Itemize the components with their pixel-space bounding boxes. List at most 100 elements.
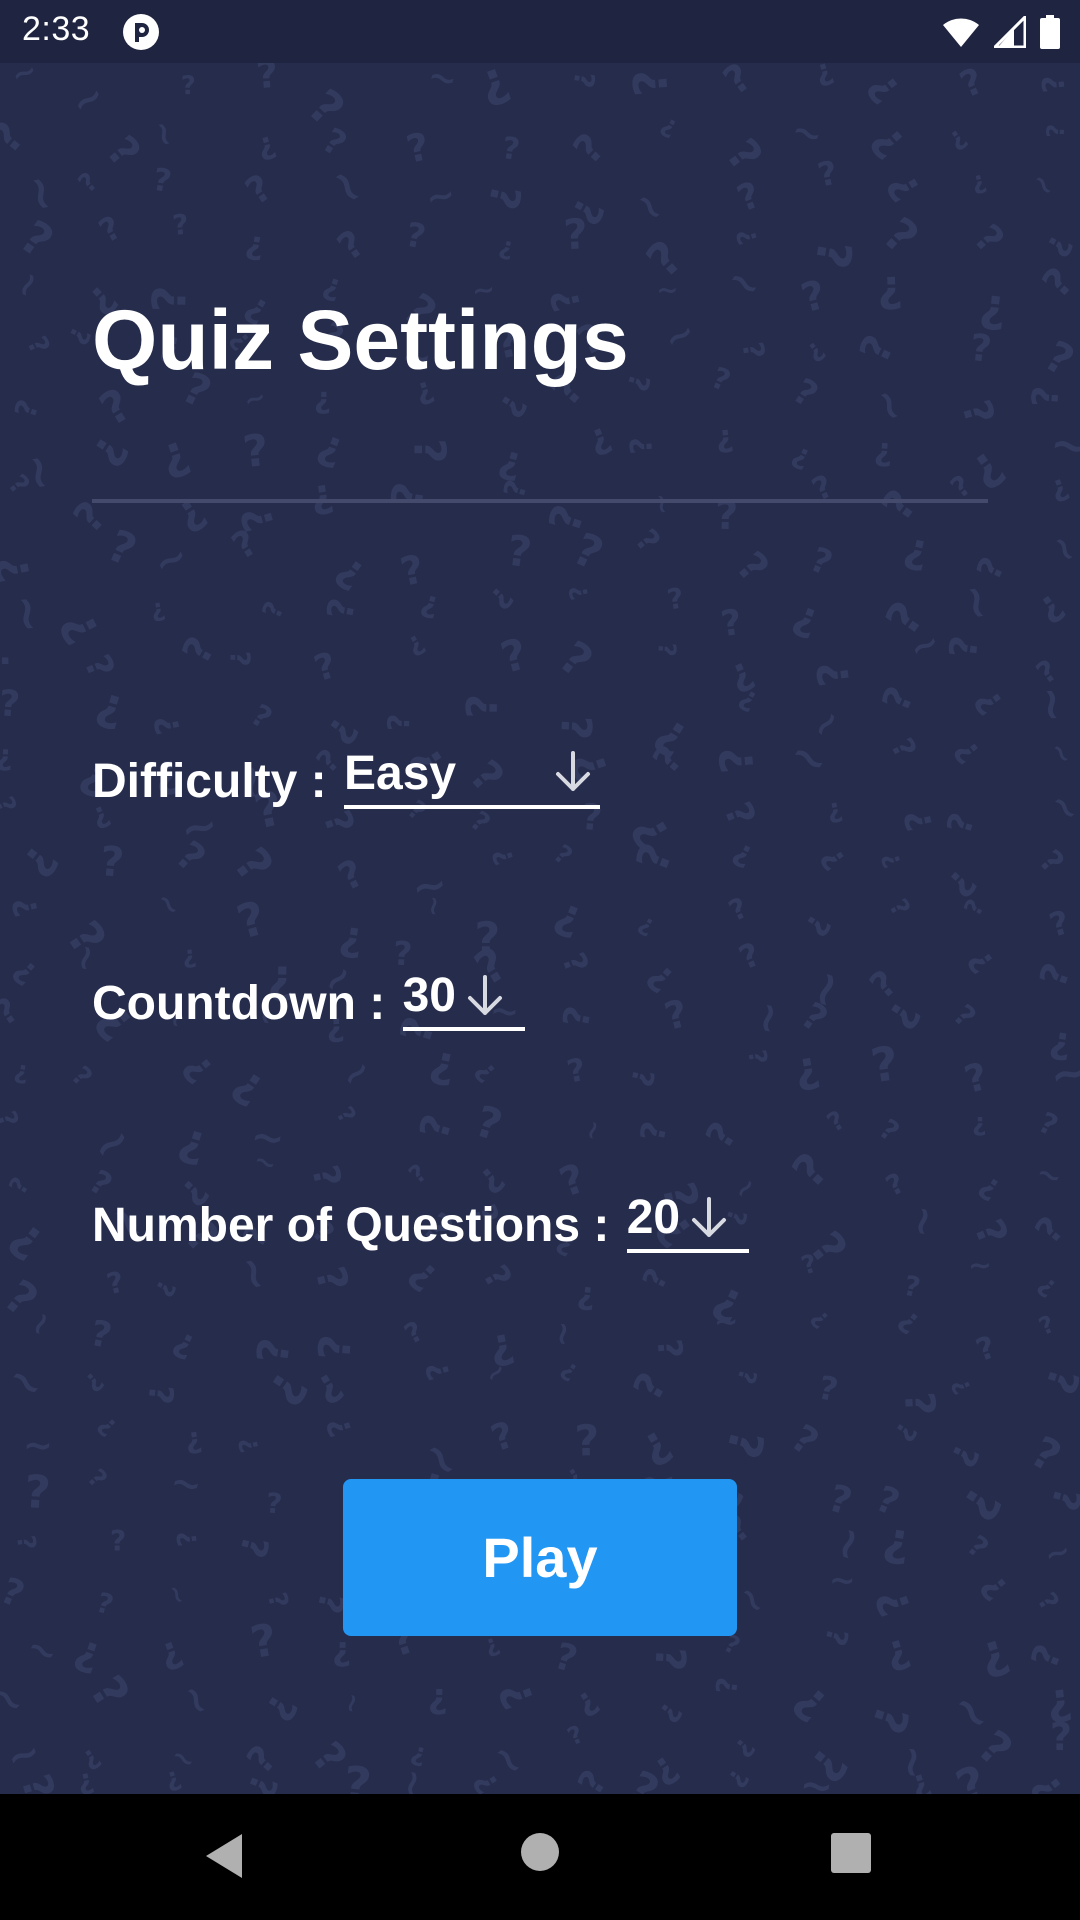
pattern-glyph: ? [328, 220, 373, 269]
pattern-glyph: ¿ [880, 595, 941, 649]
pattern-glyph: ? [887, 1416, 923, 1447]
pattern-glyph: ~ [656, 311, 703, 362]
pattern-glyph: ¿ [306, 470, 337, 519]
difficulty-dropdown[interactable]: Easy [344, 746, 600, 809]
app-notification-icon [123, 14, 159, 50]
pattern-glyph: ¿ [807, 1301, 838, 1332]
pattern-glyph: ~ [785, 109, 829, 159]
pattern-glyph: ~ [408, 858, 451, 913]
pattern-glyph: ~ [148, 883, 191, 924]
page-title: Quiz Settings [92, 293, 629, 387]
pattern-glyph: ? [1041, 123, 1071, 139]
pattern-glyph: ? [800, 334, 831, 368]
pattern-glyph: ? [55, 912, 117, 966]
status-icons [942, 12, 1060, 52]
pattern-glyph: ? [1036, 331, 1080, 386]
pattern-glyph: ~ [1045, 1042, 1080, 1104]
recents-icon[interactable] [831, 1833, 871, 1873]
pattern-glyph: ¿ [629, 66, 686, 99]
pattern-glyph: ? [873, 680, 923, 719]
pattern-glyph: ¿ [733, 178, 768, 225]
difficulty-setting: Difficulty : Easy [92, 746, 600, 809]
pattern-glyph: ¿ [1050, 1719, 1073, 1764]
pattern-glyph: ? [486, 843, 521, 869]
pattern-glyph: ¿ [252, 1684, 303, 1727]
pattern-glyph: ¿ [494, 435, 528, 485]
pattern-glyph: ? [1029, 652, 1064, 691]
pattern-glyph: ¿ [955, 63, 991, 110]
pattern-glyph: ? [798, 1737, 858, 1792]
pattern-glyph: ~ [576, 1116, 611, 1146]
pattern-glyph: ? [938, 861, 986, 907]
pattern-glyph: ? [799, 1221, 858, 1275]
pattern-glyph: ? [896, 805, 942, 835]
pattern-glyph: ¿ [657, 108, 684, 141]
pattern-glyph: ? [718, 601, 745, 645]
pattern-glyph: ? [237, 165, 280, 214]
pattern-glyph: ¿ [640, 233, 698, 292]
pattern-glyph: ? [869, 1478, 906, 1525]
pattern-glyph: ? [714, 421, 736, 458]
pattern-glyph: ~ [422, 174, 460, 220]
pattern-glyph: ? [309, 1333, 362, 1363]
question-count-dropdown[interactable]: 20 [626, 1190, 749, 1253]
pattern-glyph: ? [785, 370, 825, 416]
pattern-glyph: ~ [544, 1319, 583, 1350]
pattern-glyph: ? [938, 808, 982, 839]
pattern-glyph: ¿ [164, 483, 213, 538]
pattern-glyph: ? [1033, 1104, 1064, 1143]
arrow-down-icon [467, 974, 502, 1015]
pattern-glyph: ? [817, 1624, 855, 1650]
pattern-glyph: ¿ [11, 396, 50, 424]
pattern-glyph: ¿ [822, 1480, 857, 1530]
pattern-glyph: ¿ [92, 130, 146, 181]
pattern-glyph: ¿ [721, 647, 760, 697]
back-icon[interactable] [204, 1832, 244, 1880]
pattern-glyph: ¿ [0, 647, 23, 671]
pattern-glyph: ¿ [807, 470, 841, 511]
pattern-glyph: ¿ [701, 1117, 751, 1160]
pattern-glyph: ? [783, 1415, 827, 1465]
pattern-glyph: ? [1022, 1638, 1071, 1674]
pattern-glyph: ¿ [949, 729, 992, 768]
pattern-glyph: ¿ [171, 210, 191, 246]
pattern-glyph: ¿ [735, 938, 768, 982]
pattern-glyph: ? [872, 434, 894, 474]
home-icon[interactable] [521, 1833, 559, 1871]
pattern-glyph: ? [82, 1463, 114, 1494]
pattern-glyph: ¿ [6, 215, 59, 274]
pattern-glyph: ¿ [564, 1054, 590, 1094]
pattern-glyph: ¿ [648, 1694, 686, 1728]
pattern-glyph: ~ [10, 449, 69, 496]
pattern-glyph: ? [803, 236, 862, 272]
pattern-glyph: ¿ [1029, 844, 1069, 883]
pattern-glyph: ~ [621, 182, 676, 234]
pattern-glyph: ~ [0, 1671, 36, 1726]
pattern-glyph: ¿ [18, 332, 54, 361]
pattern-glyph: ¿ [1047, 1017, 1075, 1063]
pattern-glyph: ? [942, 122, 973, 156]
play-button[interactable]: Play [343, 1479, 737, 1636]
pattern-glyph: ¿ [717, 63, 763, 108]
countdown-dropdown[interactable]: 30 [402, 968, 525, 1031]
pattern-glyph: ~ [713, 1305, 738, 1340]
pattern-glyph: ¿ [647, 701, 700, 763]
pattern-glyph: ? [1023, 384, 1068, 408]
pattern-glyph: ~ [779, 728, 839, 791]
pattern-glyph: ? [81, 427, 138, 475]
pattern-glyph: ¿ [566, 581, 598, 603]
pattern-glyph: ? [649, 1337, 691, 1360]
pattern-glyph: ~ [859, 381, 917, 431]
pattern-glyph: ¿ [875, 260, 904, 313]
pattern-glyph: ? [149, 161, 174, 200]
question-count-setting: Number of Questions : 20 [92, 1190, 749, 1253]
pattern-glyph: ¿ [559, 1003, 604, 1032]
pattern-glyph: ? [891, 1303, 926, 1341]
pattern-glyph: ~ [1042, 735, 1080, 771]
pattern-glyph: ? [472, 63, 518, 117]
pattern-glyph: ¿ [472, 178, 525, 213]
pattern-glyph: ~ [146, 533, 197, 590]
pattern-glyph: ¿ [7, 948, 47, 990]
pattern-glyph: ¿ [0, 548, 48, 586]
pattern-glyph: ~ [388, 1765, 435, 1794]
